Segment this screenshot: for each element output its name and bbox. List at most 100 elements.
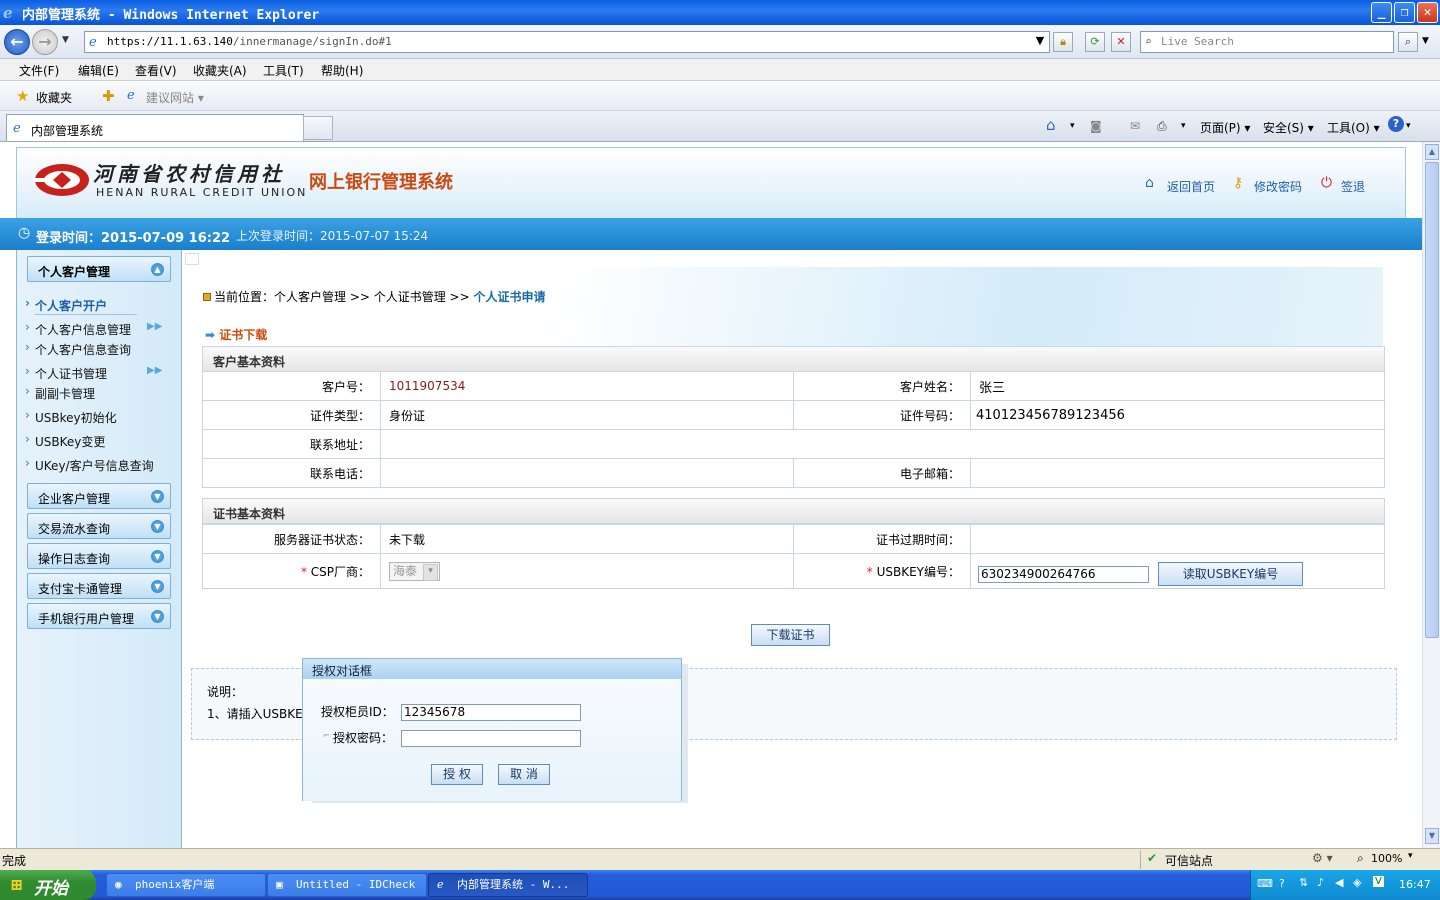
- close-window-button[interactable]: ✕: [1417, 2, 1438, 23]
- zoom-dropdown-icon[interactable]: ▾: [1408, 851, 1413, 861]
- expand-icon[interactable]: ▼: [151, 490, 164, 503]
- sidebar-item-ukey-query[interactable]: UKey/客户号信息查询: [25, 456, 154, 474]
- read-usbkey-button[interactable]: 读取USBKEY编号: [1158, 562, 1303, 586]
- sidebar-item-usbkey-init[interactable]: USBkey初始化: [25, 408, 117, 426]
- download-cert-button[interactable]: 下载证书: [751, 624, 830, 646]
- frame-toggle-icon[interactable]: ·: [185, 253, 199, 265]
- help-dropdown-icon[interactable]: ▾: [1406, 121, 1411, 131]
- change-password-link[interactable]: 修改密码: [1254, 178, 1302, 195]
- csp-select[interactable]: 海泰: [389, 561, 440, 581]
- phone-value: [380, 458, 794, 488]
- sidebar-group-oplog[interactable]: 操作日志查询 ▼: [27, 543, 171, 569]
- favorites-bar: ★ 收藏夹 ✚ e 建议网站 ▾: [0, 81, 1440, 111]
- expand-icon[interactable]: ▼: [151, 580, 164, 593]
- restore-button[interactable]: ❐: [1394, 2, 1415, 23]
- address-dropdown-icon[interactable]: ▼: [1032, 32, 1048, 52]
- history-dropdown-icon[interactable]: ▼: [62, 35, 69, 45]
- collapse-icon[interactable]: ▲: [151, 263, 164, 276]
- protected-mode-icon[interactable]: ⚙ ▾: [1312, 851, 1333, 865]
- teller-id-input[interactable]: 12345678: [401, 704, 581, 721]
- sidebar-group-alipay[interactable]: 支付宝卡通管理 ▼: [27, 573, 171, 599]
- help-tray-icon[interactable]: ?: [1279, 877, 1285, 890]
- sidebar-group-personal[interactable]: 个人客户管理 ▲: [27, 256, 171, 282]
- customer-section-header: 客户基本资料: [202, 346, 1385, 372]
- help-icon[interactable]: ?: [1388, 116, 1404, 132]
- password-input[interactable]: [401, 730, 581, 747]
- safety-menu[interactable]: 安全(S) ▾: [1263, 119, 1314, 136]
- minimize-button[interactable]: _: [1371, 2, 1392, 23]
- expand-icon[interactable]: ▼: [151, 550, 164, 563]
- web-page: 河南省农村信用社 HENAN RURAL CREDIT UNION 网上银行管理…: [0, 142, 1422, 848]
- menu-view[interactable]: 查看(V): [135, 62, 177, 79]
- sidebar-group-mobile[interactable]: 手机银行用户管理 ▼: [27, 603, 171, 629]
- sidebar-group-transactions[interactable]: 交易流水查询 ▼: [27, 513, 171, 539]
- scroll-down-icon[interactable]: ▼: [1425, 828, 1439, 844]
- home-link[interactable]: 返回首页: [1167, 178, 1215, 195]
- power-icon[interactable]: ⏻: [1321, 175, 1332, 191]
- task-phoenix[interactable]: ◉ phoenix客户端: [106, 873, 266, 897]
- v-tray-icon[interactable]: V: [1373, 876, 1384, 887]
- scroll-up-icon[interactable]: ▲: [1425, 144, 1439, 160]
- lock-icon[interactable]: 🔒︎: [1053, 32, 1073, 52]
- live-search-input[interactable]: ⌕ Live Search: [1140, 31, 1394, 53]
- home-link-icon[interactable]: ⌂: [1145, 175, 1154, 191]
- stop-icon[interactable]: ✕: [1111, 32, 1131, 52]
- authorize-button[interactable]: 授 权: [431, 764, 483, 785]
- task-idcheck[interactable]: ▣ Untitled - IDCheck: [267, 873, 427, 897]
- sidebar-item-personal-open[interactable]: 个人客户开户: [25, 296, 107, 314]
- sidebar-group-enterprise[interactable]: 企业客户管理 ▼: [27, 483, 171, 509]
- shield-tray-icon[interactable]: ◈: [1353, 876, 1361, 889]
- address-scheme: https://: [107, 35, 160, 48]
- network-icon[interactable]: ⇅: [1299, 876, 1308, 889]
- sidebar-item-cert-manage[interactable]: 个人证书管理: [25, 364, 107, 382]
- favorites-button[interactable]: 收藏夹: [36, 89, 72, 106]
- sidebar-item-info-manage[interactable]: 个人客户信息管理: [25, 320, 131, 338]
- menu-favorites[interactable]: 收藏夹(A): [193, 62, 247, 79]
- print-dropdown-icon[interactable]: ▾: [1181, 121, 1186, 131]
- address-bar-input[interactable]: e https://11.1.63.140/innermanage/signIn…: [84, 31, 1050, 53]
- task-ie-innermanage[interactable]: e 内部管理系统 - W...: [428, 873, 588, 897]
- usbkey-input[interactable]: 630234900264766: [978, 565, 1149, 583]
- expand-arrow-icon: ▶▶: [147, 321, 163, 332]
- sidebar-item-card-manage[interactable]: 副副卡管理: [25, 384, 95, 402]
- volume-icon[interactable]: ♪: [1317, 876, 1324, 889]
- home-icon[interactable]: ⌂: [1046, 116, 1056, 134]
- zoom-level[interactable]: 100%: [1371, 852, 1402, 865]
- logout-link[interactable]: 签退: [1341, 178, 1365, 195]
- back-button[interactable]: ←: [4, 29, 30, 55]
- start-button[interactable]: ⊞ 开始: [0, 870, 96, 900]
- refresh-icon[interactable]: ⟳: [1085, 32, 1105, 52]
- expand-icon[interactable]: ▼: [151, 520, 164, 533]
- key-icon[interactable]: ⚷: [1233, 175, 1243, 191]
- arrow-tray-icon[interactable]: ◀: [1335, 876, 1343, 889]
- home-dropdown-icon[interactable]: ▾: [1070, 121, 1075, 131]
- new-tab-button[interactable]: [303, 116, 333, 140]
- cancel-button[interactable]: 取 消: [498, 764, 550, 785]
- page-menu[interactable]: 页面(P) ▾: [1200, 119, 1250, 136]
- scroll-thumb[interactable]: [1425, 162, 1439, 638]
- menu-tools[interactable]: 工具(T): [263, 62, 304, 79]
- menu-help[interactable]: 帮助(H): [321, 62, 363, 79]
- mail-icon[interactable]: ✉: [1130, 119, 1140, 133]
- print-icon[interactable]: ⎙: [1157, 119, 1167, 134]
- sidebar-item-info-query[interactable]: 个人客户信息查询: [25, 340, 131, 358]
- app-icon: ▣: [276, 878, 283, 891]
- keyboard-icon[interactable]: ⌨: [1257, 877, 1273, 890]
- menu-file[interactable]: 文件(F): [19, 62, 59, 79]
- auth-dialog-body: 授权柜员ID： 12345678 ⌐ 授权密码： 授 权 取 消: [303, 679, 681, 801]
- feeds-icon[interactable]: ◙: [1090, 119, 1102, 133]
- expire-value: [970, 524, 1385, 554]
- add-favorite-icon[interactable]: ✚: [102, 87, 115, 105]
- note-line: 1、请插入USBKEY: [207, 707, 311, 721]
- suggested-sites-link[interactable]: 建议网站 ▾: [146, 89, 204, 106]
- menu-edit[interactable]: 编辑(E): [78, 62, 119, 79]
- expand-icon[interactable]: ▼: [151, 610, 164, 623]
- tools-menu[interactable]: 工具(O) ▾: [1327, 119, 1380, 136]
- forward-button[interactable]: →: [32, 29, 58, 55]
- zoom-icon[interactable]: ⌕: [1357, 851, 1364, 866]
- sidebar-item-usbkey-change[interactable]: USBKey变更: [25, 432, 105, 450]
- page-scrollbar[interactable]: ▲ ▼: [1422, 142, 1440, 848]
- search-go-icon[interactable]: ⌕: [1398, 32, 1418, 52]
- tab-current-page[interactable]: e 内部管理系统: [6, 114, 304, 141]
- search-options-icon[interactable]: ▼: [1422, 36, 1429, 46]
